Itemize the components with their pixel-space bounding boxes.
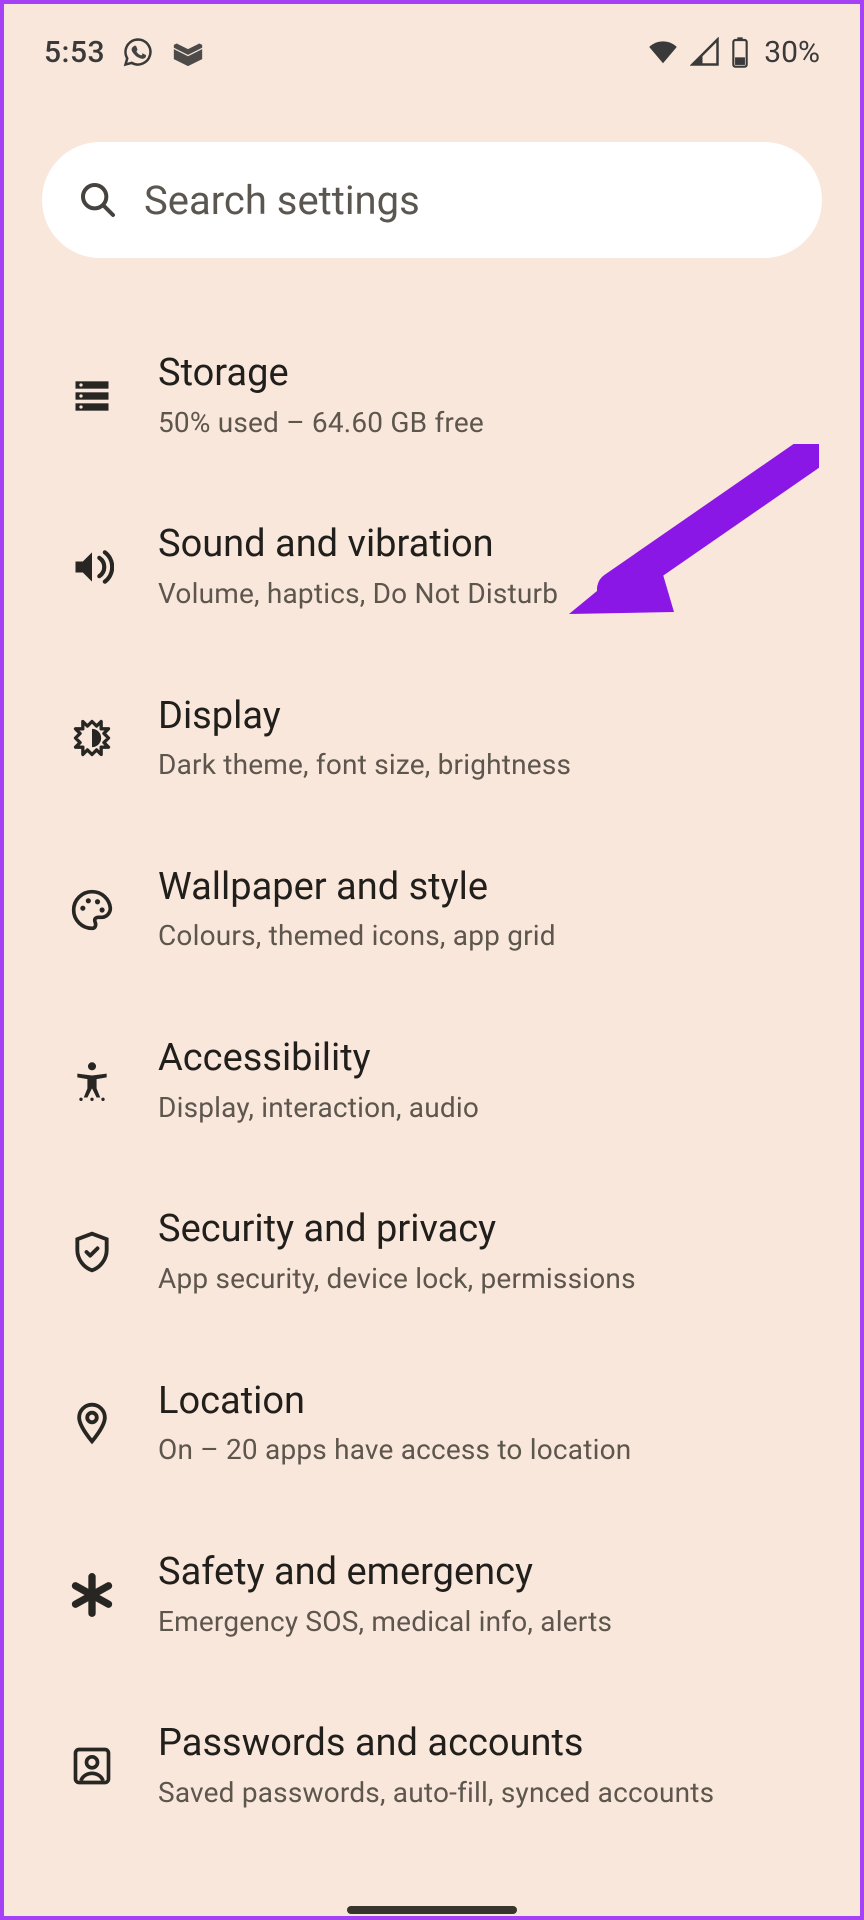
settings-item-sound[interactable]: Sound and vibration Volume, haptics, Do … [4, 481, 860, 652]
item-subtitle: Display, interaction, audio [158, 1089, 479, 1127]
status-right: 30% [646, 35, 820, 70]
shield-icon [70, 1230, 114, 1274]
settings-item-display[interactable]: Display Dark theme, font size, brightnes… [4, 653, 860, 824]
display-icon [70, 716, 114, 760]
item-subtitle: On – 20 apps have access to location [158, 1431, 631, 1469]
item-subtitle: Saved passwords, auto-fill, synced accou… [158, 1774, 714, 1812]
item-text: Accessibility Display, interaction, audi… [158, 1035, 479, 1126]
location-icon [70, 1401, 114, 1445]
sound-icon [70, 545, 114, 589]
item-subtitle: App security, device lock, permissions [158, 1260, 636, 1298]
status-bar: 5:53 30% [4, 4, 860, 82]
account-icon [70, 1744, 114, 1788]
battery-icon [730, 36, 750, 68]
item-title: Sound and vibration [158, 521, 558, 569]
wifi-icon [646, 37, 680, 67]
item-title: Display [158, 693, 571, 741]
package-icon [171, 35, 205, 69]
settings-item-storage[interactable]: Storage 50% used – 64.60 GB free [4, 310, 860, 481]
item-text: Display Dark theme, font size, brightnes… [158, 693, 571, 784]
item-title: Location [158, 1378, 631, 1426]
item-title: Accessibility [158, 1035, 479, 1083]
item-title: Security and privacy [158, 1206, 636, 1254]
search-placeholder: Search settings [144, 177, 420, 224]
item-subtitle: 50% used – 64.60 GB free [158, 404, 484, 442]
battery-percent: 30% [764, 35, 820, 70]
item-title: Wallpaper and style [158, 864, 556, 912]
item-subtitle: Colours, themed icons, app grid [158, 917, 556, 955]
item-subtitle: Dark theme, font size, brightness [158, 746, 571, 784]
item-text: Sound and vibration Volume, haptics, Do … [158, 521, 558, 612]
item-subtitle: Emergency SOS, medical info, alerts [158, 1603, 612, 1641]
settings-item-location[interactable]: Location On – 20 apps have access to loc… [4, 1338, 860, 1509]
item-text: Security and privacy App security, devic… [158, 1206, 636, 1297]
settings-item-security[interactable]: Security and privacy App security, devic… [4, 1166, 860, 1337]
status-clock: 5:53 [44, 35, 105, 70]
settings-list: Storage 50% used – 64.60 GB free Sound a… [4, 270, 860, 1822]
palette-icon [70, 888, 114, 932]
item-text: Safety and emergency Emergency SOS, medi… [158, 1549, 612, 1640]
item-text: Wallpaper and style Colours, themed icon… [158, 864, 556, 955]
status-left: 5:53 [44, 35, 205, 70]
device-frame: 5:53 30% Search sett [0, 0, 864, 1920]
search-bar[interactable]: Search settings [42, 142, 822, 258]
settings-item-safety[interactable]: Safety and emergency Emergency SOS, medi… [4, 1509, 860, 1680]
item-text: Passwords and accounts Saved passwords, … [158, 1720, 714, 1811]
signal-icon [690, 37, 720, 67]
item-title: Storage [158, 350, 484, 398]
item-subtitle: Volume, haptics, Do Not Disturb [158, 575, 558, 613]
item-title: Passwords and accounts [158, 1720, 714, 1768]
whatsapp-icon [123, 37, 153, 67]
settings-item-passwords[interactable]: Passwords and accounts Saved passwords, … [4, 1680, 860, 1821]
item-title: Safety and emergency [158, 1549, 612, 1597]
navigation-handle[interactable] [347, 1906, 517, 1914]
item-text: Storage 50% used – 64.60 GB free [158, 350, 484, 441]
item-text: Location On – 20 apps have access to loc… [158, 1378, 631, 1469]
asterisk-icon [70, 1573, 114, 1617]
search-container: Search settings [4, 82, 860, 270]
search-icon [78, 180, 118, 220]
settings-item-accessibility[interactable]: Accessibility Display, interaction, audi… [4, 995, 860, 1166]
storage-icon [70, 374, 114, 418]
accessibility-icon [70, 1059, 114, 1103]
settings-item-wallpaper[interactable]: Wallpaper and style Colours, themed icon… [4, 824, 860, 995]
